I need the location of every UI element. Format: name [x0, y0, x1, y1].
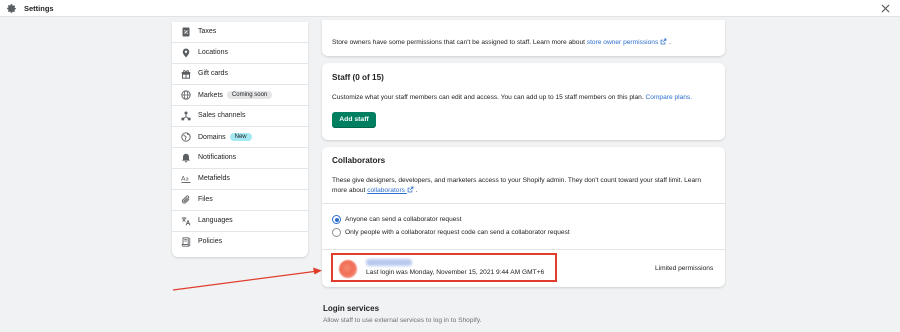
- staff-description: Customize what your staff members can ed…: [332, 94, 693, 101]
- sidebar-item-sales-channels[interactable]: Sales channels: [172, 106, 308, 127]
- sidebar-item-languages[interactable]: Languages: [172, 211, 308, 232]
- login-services-title: Login services: [323, 304, 380, 313]
- sidebar-item-taxes[interactable]: Taxes: [172, 22, 308, 43]
- sidebar-item-label: Domains New: [198, 133, 252, 141]
- sidebar-item-label: Notifications: [198, 154, 237, 161]
- collaborators-title: Collaborators: [332, 156, 386, 165]
- divider: [322, 203, 725, 204]
- page-title: Settings: [24, 4, 54, 13]
- domains-globe-icon: [181, 132, 191, 142]
- sidebar-item-label: Locations: [198, 49, 228, 56]
- store-owner-text: Store owners have some permissions that …: [332, 38, 671, 46]
- radio-anyone-can-request[interactable]: [332, 215, 341, 224]
- gear-icon: [7, 4, 16, 13]
- external-link-icon: [660, 38, 667, 45]
- radio-label: Anyone can send a collaborator request: [345, 216, 462, 223]
- status-badge: Coming soon: [226, 91, 273, 99]
- sales-channels-icon: [181, 111, 191, 121]
- collaborators-link[interactable]: collaborators: [367, 186, 414, 194]
- sidebar-item-label: Metafields: [198, 175, 230, 182]
- sidebar-item-label: Gift cards: [198, 70, 228, 77]
- sidebar-item-notifications[interactable]: Notifications: [172, 148, 308, 169]
- sidebar-item-metafields[interactable]: Aa Metafields: [172, 169, 308, 190]
- new-badge: New: [229, 133, 252, 141]
- svg-text:a: a: [186, 177, 189, 183]
- top-bar: Settings: [0, 0, 900, 17]
- sidebar-item-label: Sales channels: [198, 112, 246, 119]
- radio-request-code-only[interactable]: [332, 228, 341, 237]
- sidebar-item-markets[interactable]: Markets Coming soon: [172, 85, 308, 106]
- languages-icon: [181, 217, 191, 226]
- compare-plans-link[interactable]: Compare plans.: [646, 94, 693, 101]
- staff-card: Staff (0 of 15) Customize what your staf…: [322, 63, 725, 140]
- sidebar-item-label: Taxes: [198, 28, 217, 35]
- bell-icon: [182, 153, 190, 163]
- paperclip-icon: [181, 195, 190, 204]
- store-owner-permissions-link[interactable]: store owner permissions: [587, 38, 667, 46]
- policies-icon: [181, 237, 191, 247]
- annotation-highlight-box: [331, 253, 557, 282]
- store-owner-card: Store owners have some permissions that …: [322, 20, 725, 56]
- divider: [322, 249, 725, 250]
- sidebar-item-label: Markets Coming soon: [198, 91, 273, 99]
- settings-sidebar: Taxes Locations Gift cards Markets Coming…: [172, 22, 308, 257]
- sidebar-item-label: Policies: [198, 238, 223, 245]
- sidebar-item-domains[interactable]: Domains New: [172, 127, 308, 148]
- globe-icon: [181, 90, 191, 100]
- login-services-subtitle: Allow staff to use external services to …: [323, 317, 482, 324]
- sidebar-item-files[interactable]: Files: [172, 190, 308, 211]
- sidebar-item-label: Files: [198, 196, 213, 203]
- external-link-icon: [407, 186, 414, 193]
- location-pin-icon: [182, 48, 190, 58]
- staff-title: Staff (0 of 15): [332, 73, 384, 82]
- sidebar-item-policies[interactable]: Policies: [172, 232, 308, 253]
- collaborators-description-line-1: These give designers, developers, and ma…: [332, 177, 701, 184]
- radio-label: Only people with a collaborator request …: [345, 229, 570, 236]
- close-icon[interactable]: [880, 3, 891, 14]
- gift-icon: [181, 69, 191, 79]
- taxes-icon: [182, 27, 190, 37]
- collaborator-permissions[interactable]: Limited permissions: [655, 265, 713, 272]
- sidebar-item-label: Languages: [198, 217, 233, 224]
- sidebar-item-gift-cards[interactable]: Gift cards: [172, 64, 308, 85]
- collaborators-description-line-2: more about collaborators .: [332, 186, 418, 194]
- sidebar-item-locations[interactable]: Locations: [172, 43, 308, 64]
- metafields-icon: Aa: [181, 175, 191, 183]
- add-staff-button[interactable]: Add staff: [332, 112, 376, 128]
